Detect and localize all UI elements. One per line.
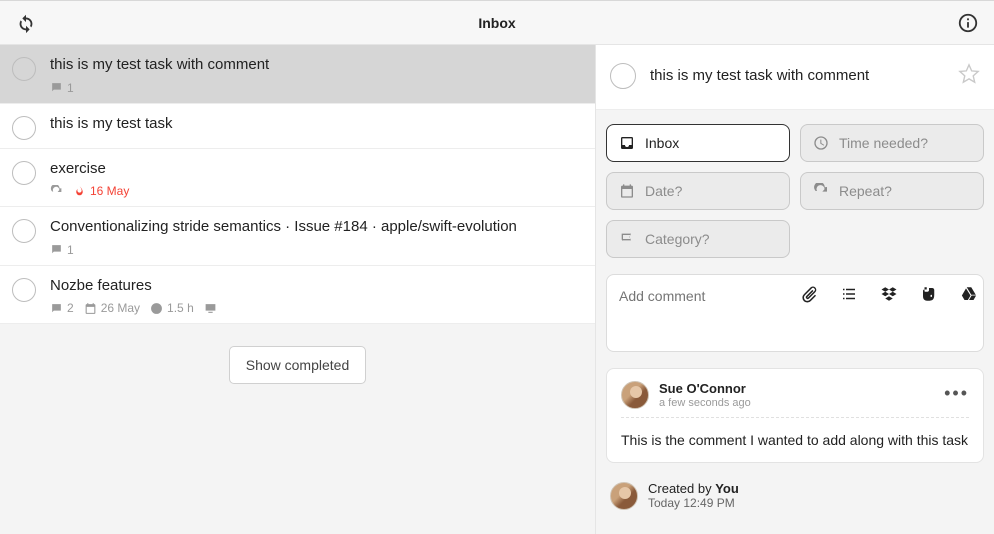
task-row[interactable]: Nozbe features 2 26 May 1.5 h (0, 266, 595, 325)
task-meta: 16 May (50, 184, 583, 198)
chip-label: Category? (645, 231, 710, 247)
chip-date[interactable]: Date? (606, 172, 790, 210)
comments-count-icon: 1 (50, 81, 74, 95)
detail-title: this is my test task with comment (650, 67, 944, 84)
created-by-time: Today 12:49 PM (648, 496, 739, 510)
dropbox-icon[interactable] (880, 285, 898, 306)
task-row[interactable]: this is my test task with comment 1 (0, 45, 595, 104)
star-icon[interactable] (958, 63, 980, 88)
task-complete-checkbox[interactable] (12, 219, 36, 243)
sync-icon[interactable] (12, 9, 40, 37)
screen-icon (204, 302, 217, 315)
info-icon[interactable] (954, 9, 982, 37)
comment-menu-icon[interactable]: ••• (944, 383, 969, 404)
chip-time-needed[interactable]: Time needed? (800, 124, 984, 162)
task-row[interactable]: this is my test task (0, 104, 595, 149)
due-date: 16 May (73, 184, 129, 198)
task-detail-pane: this is my test task with comment Inbox … (596, 45, 994, 534)
comment-card: Sue O'Connor a few seconds ago ••• This … (606, 368, 984, 463)
comment-time: a few seconds ago (659, 397, 751, 409)
task-meta: 1 (50, 81, 583, 95)
chip-repeat[interactable]: Repeat? (800, 172, 984, 210)
task-complete-checkbox[interactable] (610, 63, 636, 89)
task-title: this is my test task (50, 114, 583, 134)
task-complete-checkbox[interactable] (12, 278, 36, 302)
task-meta: 2 26 May 1.5 h (50, 301, 583, 315)
task-meta: 1 (50, 243, 583, 257)
page-title: Inbox (478, 15, 515, 31)
task-complete-checkbox[interactable] (12, 161, 36, 185)
task-row[interactable]: Conventionalizing stride semantics · Iss… (0, 207, 595, 266)
checklist-icon[interactable] (840, 285, 858, 306)
show-completed-button[interactable]: Show completed (229, 346, 367, 384)
attachment-icon[interactable] (800, 285, 818, 306)
chip-label: Time needed? (839, 135, 928, 151)
chip-label: Repeat? (839, 183, 892, 199)
detail-header: this is my test task with comment (596, 45, 994, 110)
created-by-text: Created by You (648, 481, 739, 496)
comments-count-icon: 2 (50, 301, 74, 315)
chip-label: Inbox (645, 135, 679, 151)
task-title: this is my test task with comment (50, 55, 583, 75)
due-date: 26 May (84, 301, 140, 315)
chip-category[interactable]: Category? (606, 220, 790, 258)
avatar (610, 482, 638, 510)
time-needed: 1.5 h (150, 301, 194, 315)
chip-label: Date? (645, 183, 682, 199)
comment-author: Sue O'Connor (659, 381, 751, 396)
task-complete-checkbox[interactable] (12, 57, 36, 81)
app-header: Inbox (0, 0, 994, 45)
task-complete-checkbox[interactable] (12, 116, 36, 140)
comment-input[interactable] (619, 288, 800, 304)
task-title: Conventionalizing stride semantics · Iss… (50, 217, 583, 237)
task-row[interactable]: exercise 16 May (0, 149, 595, 208)
task-title: Nozbe features (50, 276, 583, 296)
task-list-pane: this is my test task with comment1this i… (0, 45, 596, 534)
recurring-icon (50, 185, 63, 198)
task-title: exercise (50, 159, 583, 179)
google-drive-icon[interactable] (960, 285, 978, 306)
created-by-row: Created by You Today 12:49 PM (606, 481, 984, 510)
comment-body: This is the comment I wanted to add alon… (621, 418, 969, 450)
avatar (621, 381, 649, 409)
comments-count-icon: 1 (50, 243, 74, 257)
chip-inbox[interactable]: Inbox (606, 124, 790, 162)
evernote-icon[interactable] (920, 285, 938, 306)
add-comment-box (606, 274, 984, 352)
attribute-chips: Inbox Time needed? Date? Repeat? Categor… (596, 110, 994, 258)
